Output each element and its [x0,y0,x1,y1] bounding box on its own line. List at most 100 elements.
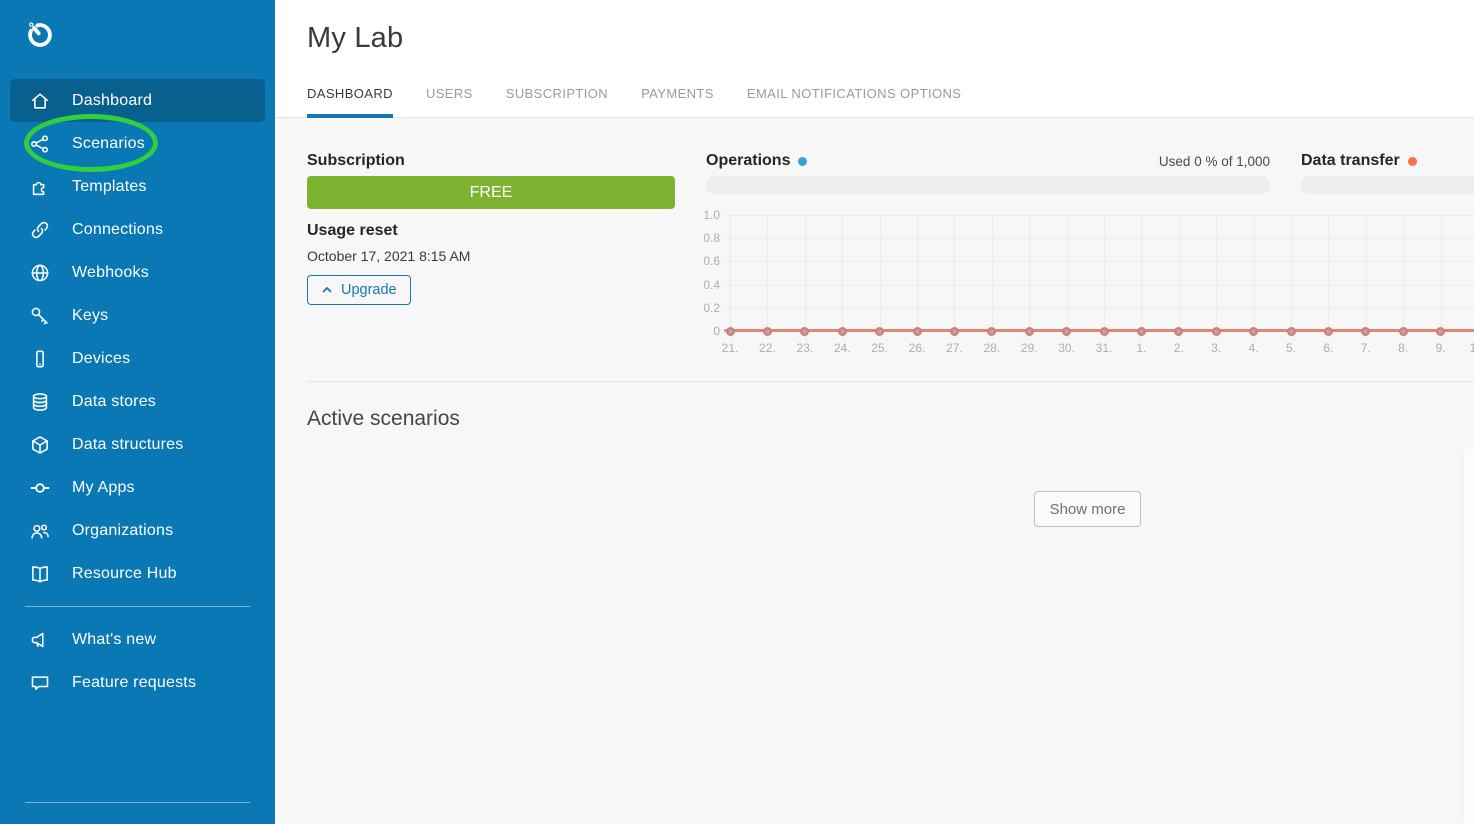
chart-x-tick-label: 3. [1199,341,1233,355]
chart-data-point [1436,327,1445,336]
key-icon [29,305,51,327]
chart-x-tick-label: 26. [900,341,934,355]
power-icon [23,18,57,52]
chart-gridline-v [805,215,806,339]
chart-gridline-v [992,215,993,339]
book-icon [29,563,51,585]
page-title: My Lab [307,22,403,55]
chart-gridline-v [767,215,768,339]
sidebar-item-label: Webhooks [72,264,149,282]
sidebar-item-keys[interactable]: Keys [10,294,265,337]
chart-gridline-v [1067,215,1068,339]
chart-gridline-v [954,215,955,339]
chart-data-point [838,327,847,336]
sidebar-item-scenarios[interactable]: Scenarios [10,122,265,165]
chart-x-tick-label: 28. [975,341,1009,355]
sidebar-item-label: Connections [72,221,163,239]
chart-gridline-v [1104,215,1105,339]
chart-x-tick-label: 25. [863,341,897,355]
sidebar-item-label: Feature requests [72,674,196,692]
chart-gridline-v [1254,215,1255,339]
chart-gridline-v [1179,215,1180,339]
sidebar-item-templates[interactable]: Templates [10,165,265,208]
operations-title: Operations [706,152,790,170]
database-icon [29,391,51,413]
sidebar-item-label: Keys [72,307,108,325]
chart-data-point [1025,327,1034,336]
chart-gridline-v [1366,215,1367,339]
chart-gridline-v [1029,215,1030,339]
chart-x-tick-label: 1. [1124,341,1158,355]
sidebar-item-connections[interactable]: Connections [10,208,265,251]
chart-x-tick-label: 6. [1311,341,1345,355]
tab-email-notifications-options[interactable]: EMAIL NOTIFICATIONS OPTIONS [747,86,961,118]
section-divider [307,381,1474,382]
sidebar-item-webhooks[interactable]: Webhooks [10,251,265,294]
chart-gridline-v [730,215,731,339]
tab-users[interactable]: USERS [426,86,473,118]
tab-payments[interactable]: PAYMENTS [641,86,714,118]
sidebar-item-dashboard[interactable]: Dashboard [10,79,265,122]
operations-panel-header: Operations Used 0 % of 1,000 [706,152,1270,170]
chart-x-tick-label: 31. [1087,341,1121,355]
data-transfer-progress-bar [1301,176,1474,194]
sidebar-item-organizations[interactable]: Organizations [10,509,265,552]
sidebar-item-resource-hub[interactable]: Resource Hub [10,552,265,595]
chart-x-tick-label: 9. [1424,341,1458,355]
data-transfer-title: Data transfer [1301,152,1400,170]
chart-y-tick-label: 0.8 [675,231,720,245]
sidebar-item-devices[interactable]: Devices [10,337,265,380]
subscription-heading: Subscription [307,152,405,170]
chart-data-point [1100,327,1109,336]
operations-progress-bar [706,176,1270,194]
chart-x-tick-label: 4. [1237,341,1271,355]
sidebar-bottom-divider [25,802,250,803]
puzzle-icon [29,176,51,198]
sidebar-item-label: Devices [72,350,130,368]
chart-data-point [1137,327,1146,336]
sidebar-item-whats-new[interactable]: What's new [10,618,265,661]
chart-gridline-h [724,238,1474,239]
chart-gridline-h [724,215,1474,216]
chart-gridline-h [724,261,1474,262]
sidebar-nav: Dashboard Scenarios Templates Connections We… [10,79,265,704]
sidebar-item-label: My Apps [72,479,135,497]
data-transfer-panel-header: Data transfer [1301,152,1474,170]
plan-badge: FREE [307,176,675,209]
home-icon [29,90,51,112]
chart-y-tick-label: 0.2 [675,301,720,315]
usage-reset-value: October 17, 2021 8:15 AM [307,248,470,264]
main-area: My Lab DASHBOARD USERS SUBSCRIPTION PAYMENT… [275,0,1474,824]
show-more-button[interactable]: Show more [1034,491,1141,527]
make-logo[interactable] [23,18,57,52]
chart-data-point [726,327,735,336]
chart-gridline-v [1141,215,1142,339]
sidebar-item-data-stores[interactable]: Data stores [10,380,265,423]
sidebar-item-label: Dashboard [72,92,152,110]
scenarios-icon [29,133,51,155]
upgrade-button[interactable]: Upgrade [307,275,411,305]
sidebar-item-label: Data structures [72,436,183,454]
sidebar-item-feature-requests[interactable]: Feature requests [10,661,265,704]
data-transfer-legend-dot [1408,157,1417,166]
tab-subscription[interactable]: SUBSCRIPTION [506,86,608,118]
page-header: My Lab DASHBOARD USERS SUBSCRIPTION PAYMENT… [275,0,1474,118]
chart-x-tick-label: 24. [825,341,859,355]
chart-data-point [950,327,959,336]
chart-x-tick-label: 10. [1461,341,1474,355]
chart-y-tick-label: 0.6 [675,254,720,268]
operations-legend-dot [798,157,807,166]
chart-gridline-h [724,285,1474,286]
sidebar-item-my-apps[interactable]: My Apps [10,466,265,509]
operations-used-label: Used 0 % of 1,000 [1159,154,1270,169]
tab-dashboard[interactable]: DASHBOARD [307,86,393,118]
chart-x-tick-label: 8. [1386,341,1420,355]
chart-data-point [1249,327,1258,336]
chart-data-point [1062,327,1071,336]
sidebar-item-label: Scenarios [72,135,145,153]
sidebar-item-data-structures[interactable]: Data structures [10,423,265,466]
chart-x-tick-label: 22. [750,341,784,355]
chart-y-tick-label: 1.0 [675,208,720,222]
chart-x-tick-label: 2. [1162,341,1196,355]
upgrade-button-label: Upgrade [341,282,397,298]
